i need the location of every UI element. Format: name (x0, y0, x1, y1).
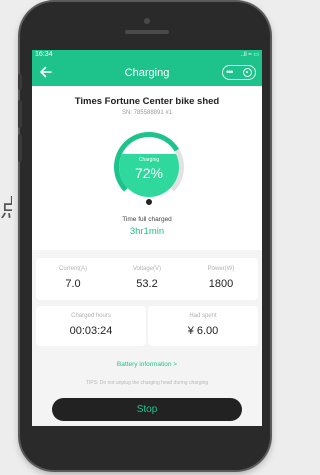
target-close-icon[interactable] (243, 68, 252, 77)
charged-hours-label: Charged hours (71, 313, 111, 319)
stop-button[interactable]: Stop (52, 398, 242, 421)
charge-gauge: Charging 72% (114, 132, 184, 202)
metric-value: 53.2 (136, 278, 158, 290)
status-time: 16:34 (35, 51, 53, 58)
arrow-left-icon[interactable] (38, 64, 54, 80)
metric-value: 1800 (208, 278, 234, 290)
charged-hours-value: 00:03:24 (69, 325, 113, 337)
nav-bar: Charging ••• (32, 60, 262, 86)
charged-hours-card: Charged hours 00:03:24 (36, 306, 146, 346)
gauge-knob (145, 198, 153, 206)
amount-spent-label: Had spent (189, 313, 217, 319)
volume-up-button (18, 100, 22, 128)
page-title: Charging (124, 67, 170, 79)
phone-screen: 16:34 ..ll ≈ ▭ Charging ••• Times Fortun… (32, 50, 262, 426)
metric-power: Power(W) 1800 (184, 258, 258, 300)
amount-spent-value: ¥ 6.00 (187, 325, 219, 337)
metric-label: Power(W) (207, 266, 235, 272)
metric-current: Current(A) 7.0 (36, 258, 110, 300)
metric-voltage: Voltage(V) 53.2 (110, 258, 184, 300)
metric-value: 7.0 (65, 278, 81, 290)
mini-program-capsule: ••• (222, 65, 256, 80)
mute-switch (18, 74, 22, 90)
earpiece-speaker (125, 30, 169, 34)
background-glyph: 点 (0, 196, 12, 220)
metric-label: Voltage(V) (132, 266, 162, 272)
metric-label: Current(A) (58, 266, 87, 272)
gauge-percent: 72% (134, 165, 164, 181)
tips-text: TIPS: Do not unplug the charging head du… (85, 380, 209, 386)
amount-spent-card: Had spent ¥ 6.00 (148, 306, 258, 346)
battery-information-link[interactable]: Battery information > (32, 361, 262, 368)
station-serial: SN: 785588891 #1 (121, 110, 173, 116)
metrics-card: Current(A) 7.0 Voltage(V) 53.2 Power(W) … (36, 258, 258, 300)
gauge-status-label: Charging (138, 157, 160, 163)
more-icon[interactable]: ••• (226, 66, 234, 78)
status-bar: 16:34 ..ll ≈ ▭ (32, 50, 262, 60)
full-charge-label: Time full charged (122, 216, 172, 223)
front-camera (144, 18, 150, 24)
volume-down-button (18, 134, 22, 162)
top-bezel (32, 8, 262, 50)
station-name: Times Fortune Center bike shed (74, 96, 220, 107)
gauge-inner: Charging 72% (119, 137, 179, 197)
status-icons: ..ll ≈ ▭ (240, 52, 259, 58)
full-charge-value: 3hr1min (129, 226, 165, 237)
